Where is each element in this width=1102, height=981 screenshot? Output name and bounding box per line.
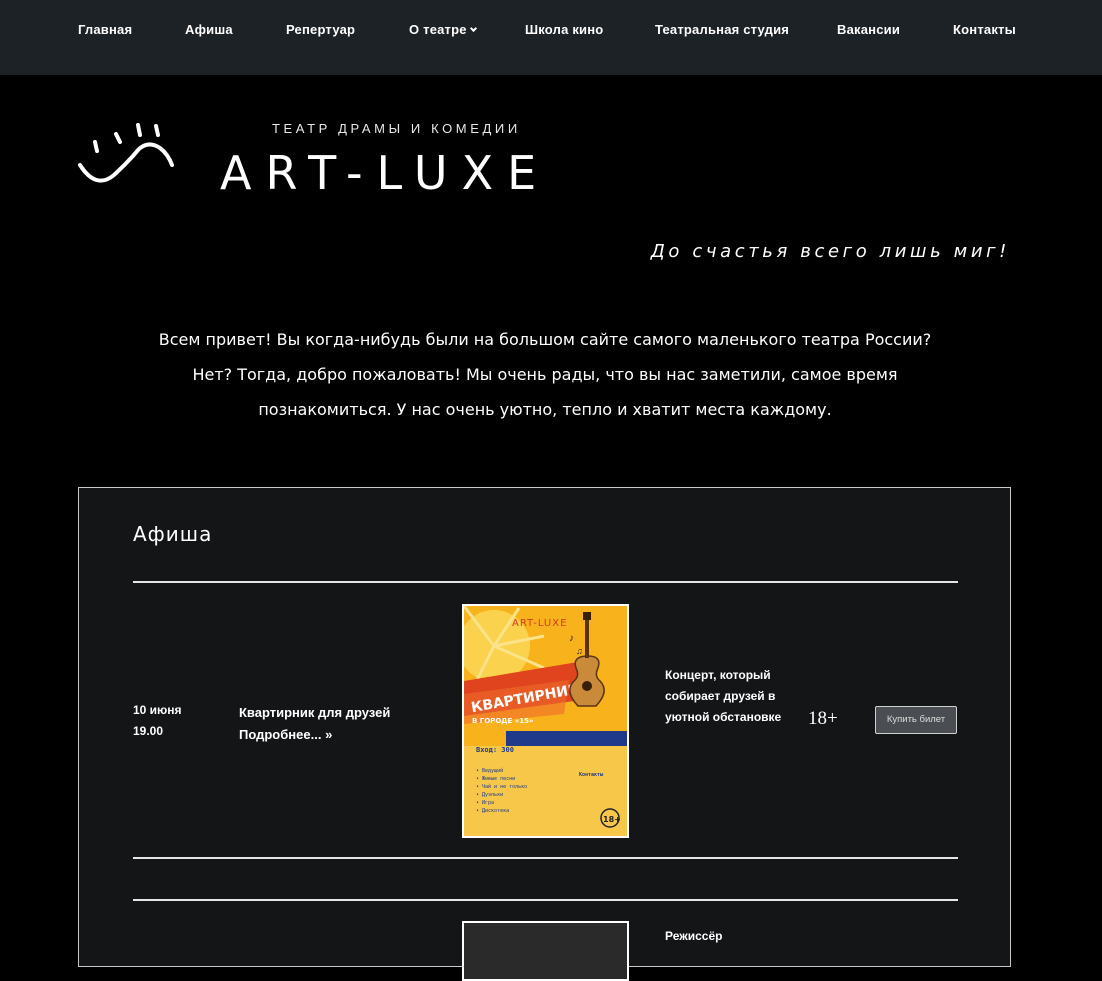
nav-item-home[interactable]: Главная bbox=[78, 22, 132, 37]
poster-brand: ART-LUXE bbox=[512, 618, 567, 629]
svg-text:Вход: 300: Вход: 300 bbox=[476, 746, 514, 754]
event-time: 19.00 bbox=[133, 724, 164, 738]
buy-ticket-button[interactable]: Купить билет bbox=[875, 706, 957, 734]
top-navigation: Главная Афиша Репертуар О театре Школа к… bbox=[0, 0, 1102, 75]
svg-text:• Чай и не только: • Чай и не только bbox=[476, 784, 527, 790]
nav-item-contacts[interactable]: Контакты bbox=[953, 22, 1016, 37]
svg-text:• Живые песни: • Живые песни bbox=[476, 776, 515, 782]
nav-item-repertoire[interactable]: Репертуар bbox=[286, 22, 355, 37]
nav-item-afisha[interactable]: Афиша bbox=[185, 22, 233, 37]
event-date: 10 июня 19.00 bbox=[133, 700, 182, 742]
event-description: Концерт, который собирает друзей в уютно… bbox=[665, 668, 782, 724]
svg-text:• Игра: • Игра bbox=[476, 800, 494, 806]
event-poster[interactable] bbox=[462, 921, 629, 981]
divider bbox=[133, 581, 958, 583]
poster-age: 18+ bbox=[603, 815, 621, 824]
svg-text:♫: ♫ bbox=[576, 646, 583, 656]
poster-artwork: КВАРТИРНИК В ГОРОДЕ «15» ART-LUXE ♪ ♫ Вх… bbox=[464, 606, 627, 836]
logo-subtitle: ТЕАТР ДРАМЫ И КОМЕДИИ bbox=[272, 121, 521, 136]
intro-text: Всем привет! Вы когда-нибудь были на бол… bbox=[158, 330, 932, 419]
svg-text:• Дискотека: • Дискотека bbox=[476, 808, 509, 814]
svg-text:• Ведущий: • Ведущий bbox=[476, 768, 503, 774]
svg-text:• Дуэльки: • Дуэльки bbox=[476, 792, 503, 798]
theatre-logo-icon[interactable] bbox=[78, 120, 174, 190]
event-title: Квартирник для друзей bbox=[239, 705, 391, 720]
event-age-rating: 18+ bbox=[808, 708, 838, 729]
event-more-label: Подробнее... bbox=[239, 727, 322, 742]
nav-item-theatre-studio[interactable]: Театральная студия bbox=[655, 22, 789, 37]
event-title-block: Квартирник для друзей Подробнее... » bbox=[239, 702, 390, 746]
event-poster[interactable]: КВАРТИРНИК В ГОРОДЕ «15» ART-LUXE ♪ ♫ Вх… bbox=[462, 604, 629, 838]
svg-text:♪: ♪ bbox=[569, 633, 574, 644]
logo-name[interactable]: ART-LUXE bbox=[220, 146, 550, 200]
event-date-day: 10 июня bbox=[133, 703, 182, 717]
double-chevron-right-icon: » bbox=[325, 727, 333, 742]
chevron-down-icon bbox=[469, 24, 477, 33]
nav-item-film-school[interactable]: Школа кино bbox=[525, 22, 603, 37]
svg-text:Контакты: Контакты bbox=[579, 772, 603, 778]
nav-item-about-label: О театре bbox=[409, 22, 467, 37]
event-more-link[interactable]: Подробнее... » bbox=[239, 727, 332, 742]
nav-item-vacancies[interactable]: Вакансии bbox=[837, 22, 900, 37]
nav-item-about[interactable]: О театре bbox=[409, 22, 477, 37]
afisha-heading: Афиша bbox=[133, 522, 213, 546]
event-description: Режиссёр bbox=[665, 929, 723, 943]
tagline: До счастья всего лишь миг! bbox=[650, 241, 1010, 262]
divider bbox=[133, 857, 958, 859]
poster-subtitle: В ГОРОДЕ «15» bbox=[472, 717, 534, 725]
divider bbox=[133, 899, 958, 901]
afisha-panel: Афиша 10 июня 19.00 Квартирник для друзе… bbox=[78, 487, 1011, 981]
